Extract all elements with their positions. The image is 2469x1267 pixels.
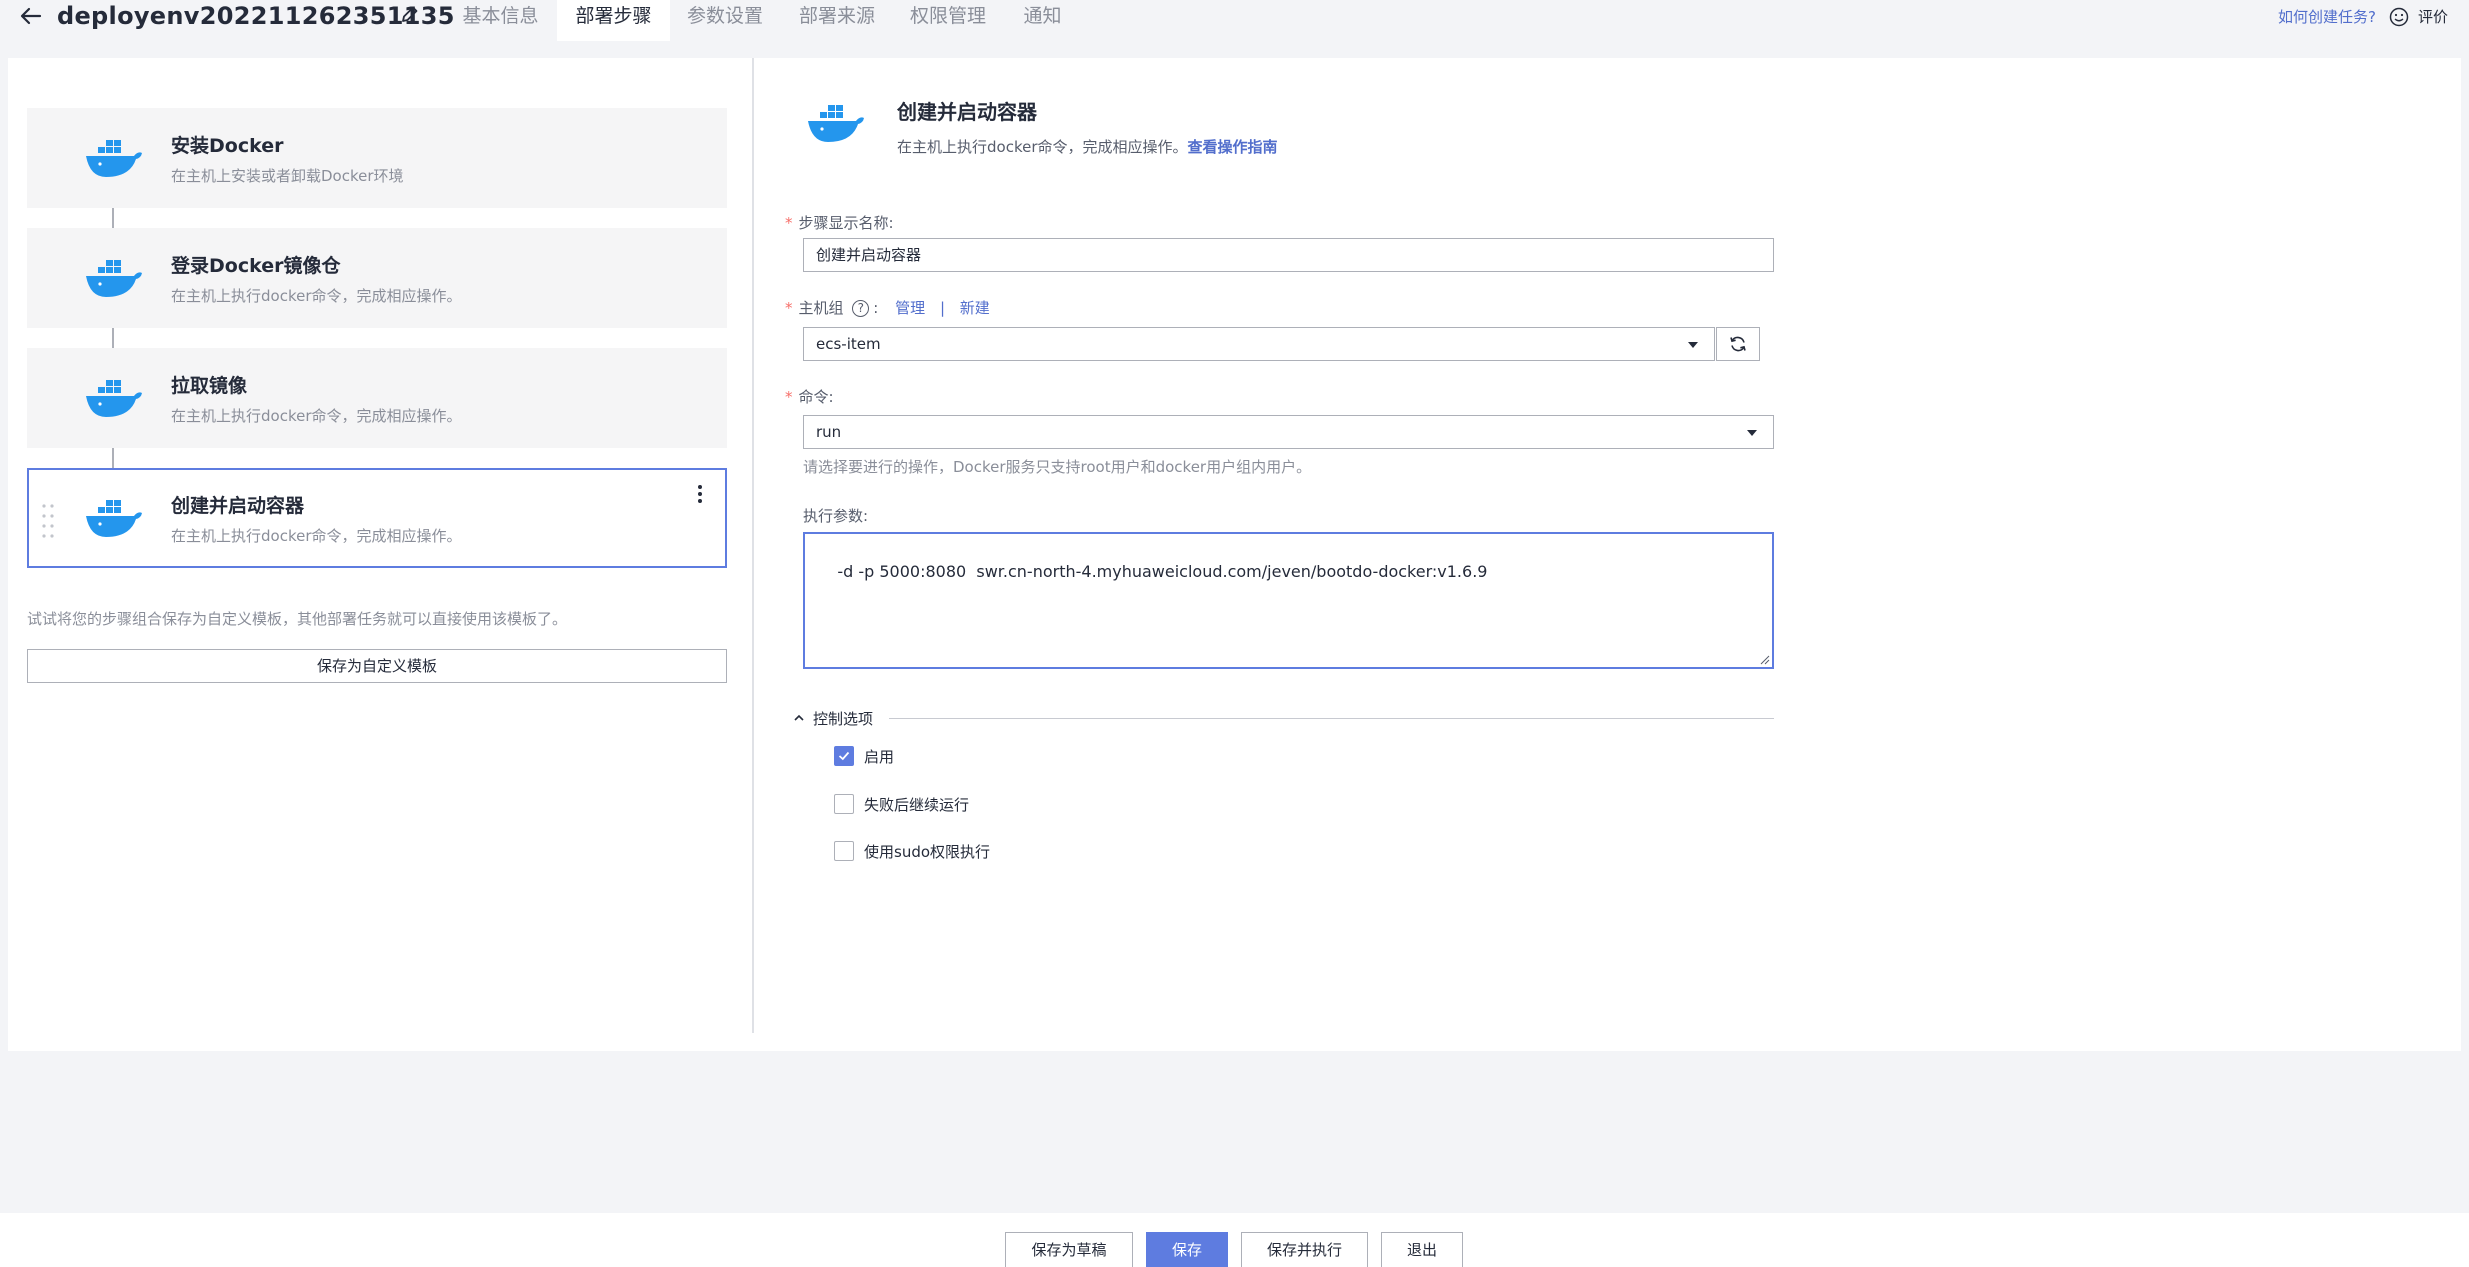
step-title: 创建并启动容器 (171, 491, 304, 518)
command-label: * 命令: (785, 386, 834, 407)
step-name-input[interactable]: 创建并启动容器 (803, 238, 1774, 272)
edit-pencil-icon[interactable] (400, 4, 420, 24)
checkbox-use-sudo[interactable] (834, 841, 854, 861)
checkbox-continue-on-failure[interactable] (834, 794, 854, 814)
dropdown-caret-icon (1688, 342, 1698, 348)
step-connector (112, 328, 114, 348)
guide-link[interactable]: 查看操作指南 (1188, 138, 1278, 156)
refresh-button[interactable] (1716, 327, 1760, 361)
link-separator: | (940, 299, 945, 317)
control-options-title: 控制选项 (813, 708, 873, 729)
docker-whale-icon (806, 102, 868, 148)
manage-link[interactable]: 管理 (895, 299, 925, 317)
save-button[interactable]: 保存 (1146, 1232, 1228, 1267)
tab-params[interactable]: 参数设置 (675, 0, 775, 41)
form-title: 创建并启动容器 (897, 96, 1037, 125)
docker-whale-icon (84, 497, 146, 543)
panel-divider (752, 58, 754, 1033)
params-label: 执行参数: (803, 505, 868, 526)
step-name-label-text: 步骤显示名称: (799, 214, 894, 232)
save-template-button[interactable]: 保存为自定义模板 (27, 649, 727, 683)
tab-permissions[interactable]: 权限管理 (898, 0, 998, 41)
params-value: -d -p 5000:8080 swr.cn-north-4.myhuaweic… (837, 562, 1487, 581)
new-host-group-link[interactable]: 新建 (960, 299, 990, 317)
command-label-text: 命令: (799, 388, 834, 406)
step-desc: 在主机上执行docker命令，完成相应操作。 (171, 525, 462, 546)
rate-label[interactable]: 评价 (2418, 6, 2448, 27)
chevron-up-icon (793, 712, 805, 724)
command-select[interactable]: run (803, 415, 1774, 449)
tab-deploy-steps[interactable]: 部署步骤 (557, 0, 670, 41)
step-card-install-docker[interactable]: 安装Docker 在主机上安装或者卸载Docker环境 (27, 108, 727, 208)
tab-source[interactable]: 部署来源 (787, 0, 887, 41)
docker-whale-icon (84, 137, 146, 183)
resize-grip-icon[interactable] (1760, 655, 1770, 665)
exit-button[interactable]: 退出 (1381, 1232, 1463, 1267)
main-panel: 安装Docker 在主机上安装或者卸载Docker环境 登录Docker镜像仓 … (8, 58, 2461, 1051)
step-desc: 在主机上安装或者卸载Docker环境 (171, 165, 404, 186)
checkbox-continue-label: 失败后继续运行 (864, 794, 969, 815)
save-and-run-button[interactable]: 保存并执行 (1241, 1232, 1368, 1267)
question-icon[interactable]: ? (852, 300, 869, 317)
docker-whale-icon (84, 257, 146, 303)
refresh-icon (1729, 335, 1747, 353)
save-draft-button[interactable]: 保存为草稿 (1005, 1232, 1133, 1267)
step-connector (112, 448, 114, 468)
checkbox-enable-label: 启用 (864, 746, 894, 767)
template-tip: 试试将您的步骤组合保存为自定义模板，其他部署任务就可以直接使用该模板了。 (27, 608, 567, 629)
params-textarea[interactable]: -d -p 5000:8080 swr.cn-north-4.myhuaweic… (803, 532, 1774, 669)
step-name-label: * 步骤显示名称: (785, 212, 894, 233)
required-mark: * (785, 214, 793, 232)
back-arrow-icon[interactable] (18, 3, 44, 29)
step-desc: 在主机上执行docker命令，完成相应操作。 (171, 405, 462, 426)
docker-whale-icon (84, 377, 146, 423)
help-link[interactable]: 如何创建任务? (2278, 6, 2376, 27)
command-value: run (816, 423, 841, 441)
required-mark: * (785, 388, 793, 406)
command-hint: 请选择要进行的操作，Docker服务只支持root用户和docker用户组内用户… (803, 456, 1311, 477)
more-vertical-icon[interactable] (694, 482, 706, 510)
required-mark: * (785, 299, 793, 317)
step-desc: 在主机上执行docker命令，完成相应操作。 (171, 285, 462, 306)
host-group-select[interactable]: ecs-item (803, 327, 1715, 361)
checkbox-sudo-label: 使用sudo权限执行 (864, 841, 990, 862)
host-group-label-text: 主机组 (799, 299, 844, 317)
footer-bar: 保存为草稿 保存 保存并执行 退出 (0, 1213, 2469, 1267)
tab-basic-info[interactable]: 基本信息 (448, 0, 553, 41)
tab-notify[interactable]: 通知 (1010, 0, 1075, 41)
form-desc-text: 在主机上执行docker命令，完成相应操作。 (897, 138, 1188, 156)
dropdown-caret-icon (1747, 430, 1757, 436)
host-group-value: ecs-item (816, 335, 881, 353)
step-title: 登录Docker镜像仓 (171, 251, 340, 278)
control-options-header[interactable]: 控制选项 (793, 708, 1774, 728)
divider-line (889, 718, 1774, 719)
page-header: deployenv202211262351135 基本信息 部署步骤 参数设置 … (0, 0, 2469, 41)
colon: : (873, 299, 878, 317)
host-group-label: * 主机组 ?: 管理 | 新建 (785, 297, 990, 318)
step-connector (112, 208, 114, 228)
step-title: 安装Docker (171, 131, 283, 158)
page-title: deployenv202211262351135 (57, 0, 455, 32)
drag-handle-icon[interactable] (41, 502, 55, 542)
step-title: 拉取镜像 (171, 371, 247, 398)
step-card-create-container[interactable]: 创建并启动容器 在主机上执行docker命令，完成相应操作。 (27, 468, 727, 568)
smile-icon[interactable] (2389, 7, 2409, 27)
checkbox-enable[interactable] (834, 746, 854, 766)
step-card-pull-image[interactable]: 拉取镜像 在主机上执行docker命令，完成相应操作。 (27, 348, 727, 448)
step-card-docker-login[interactable]: 登录Docker镜像仓 在主机上执行docker命令，完成相应操作。 (27, 228, 727, 328)
form-desc: 在主机上执行docker命令，完成相应操作。查看操作指南 (897, 136, 1278, 157)
check-icon (838, 750, 850, 762)
